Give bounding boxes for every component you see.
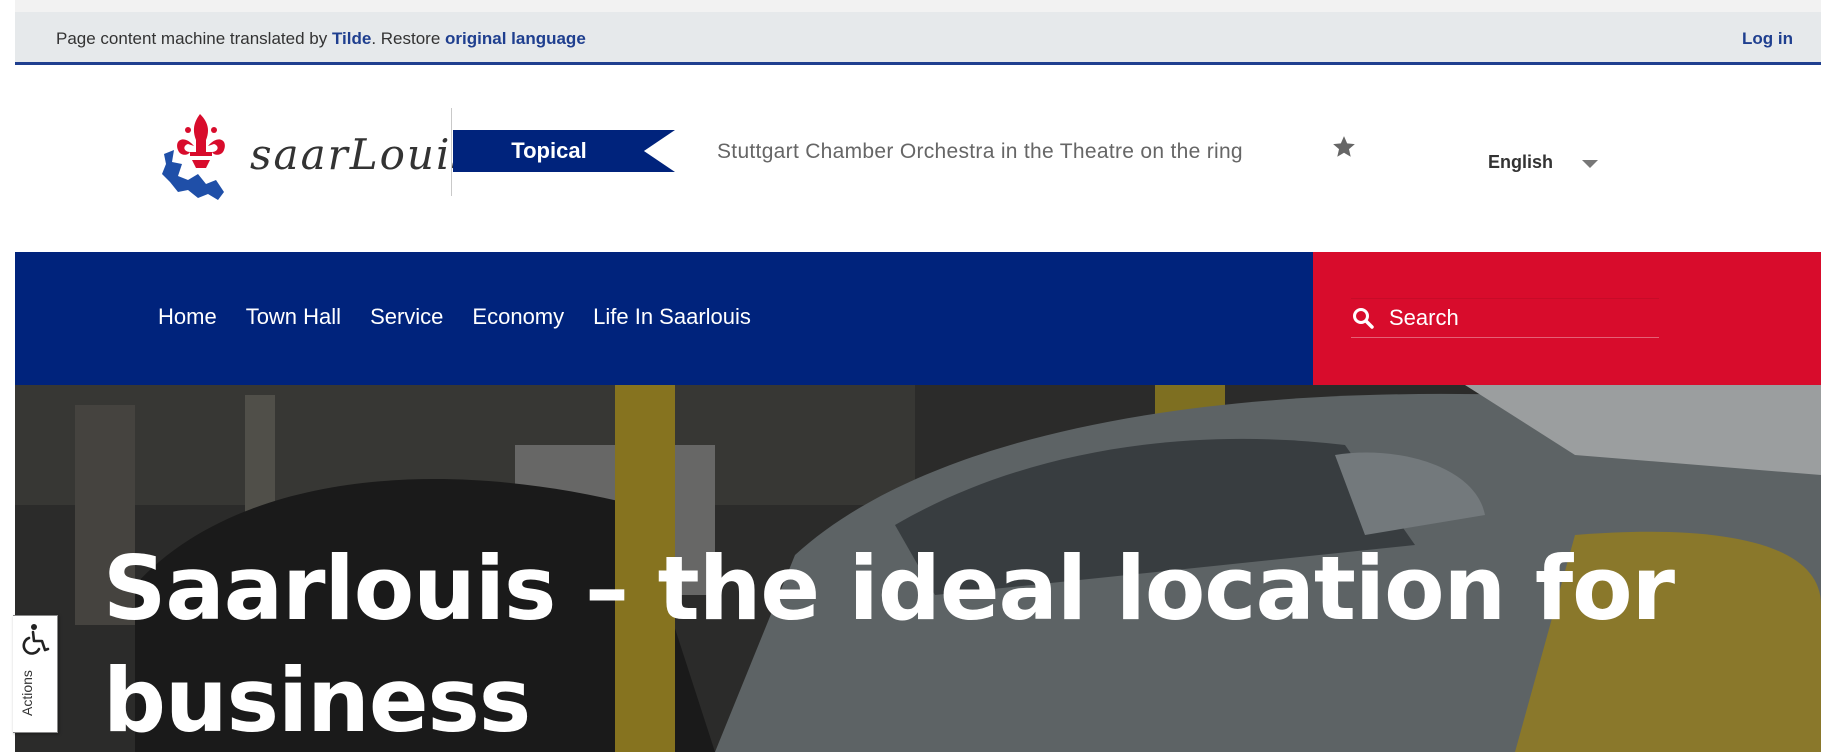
translation-middle: . Restore xyxy=(371,29,446,48)
nav-item-life-in-saarlouis[interactable]: Life In Saarlouis xyxy=(593,304,751,330)
hero-banner: Saarlouis – the ideal location for busin… xyxy=(15,385,1821,752)
search-icon[interactable] xyxy=(1351,306,1375,330)
topical-banner: Topical xyxy=(453,130,675,172)
translation-bar: Page content machine translated by Tilde… xyxy=(15,12,1821,65)
topical-news-link[interactable]: Stuttgart Chamber Orchestra in the Theat… xyxy=(717,140,1243,164)
hero-title: Saarlouis – the ideal location for busin… xyxy=(103,537,1675,752)
accessibility-actions-tab[interactable]: Actions xyxy=(13,615,58,733)
search-panel xyxy=(1313,252,1821,385)
star-icon[interactable] xyxy=(1331,134,1357,160)
saarlouis-logo[interactable]: saarLouis xyxy=(158,110,473,210)
fleur-de-lis-icon xyxy=(162,114,225,200)
nav-item-home[interactable]: Home xyxy=(158,304,217,330)
translation-message: Page content machine translated by Tilde… xyxy=(56,29,586,49)
nav-item-economy[interactable]: Economy xyxy=(472,304,564,330)
language-selector[interactable]: English xyxy=(1488,152,1553,173)
restore-original-language-link[interactable]: original language xyxy=(445,29,586,48)
nav-item-service[interactable]: Service xyxy=(370,304,443,330)
logo-divider xyxy=(451,108,452,196)
nav-item-town-hall[interactable]: Town Hall xyxy=(246,304,341,330)
login-link[interactable]: Log in xyxy=(1742,29,1793,49)
search-field xyxy=(1351,298,1659,338)
logo-wordmark: saarLouis xyxy=(250,130,475,179)
wheelchair-icon xyxy=(22,624,50,655)
chevron-down-icon[interactable] xyxy=(1582,160,1598,168)
main-navigation: Home Town Hall Service Economy Life In S… xyxy=(15,252,1313,385)
translation-provider-link[interactable]: Tilde xyxy=(332,29,371,48)
search-input[interactable] xyxy=(1389,305,1649,331)
accessibility-actions-label: Actions xyxy=(19,670,35,716)
site-header: saarLouis Topical Stuttgart Chamber Orch… xyxy=(15,68,1821,252)
translation-prefix: Page content machine translated by xyxy=(56,29,332,48)
window-top-edge xyxy=(0,0,1821,12)
